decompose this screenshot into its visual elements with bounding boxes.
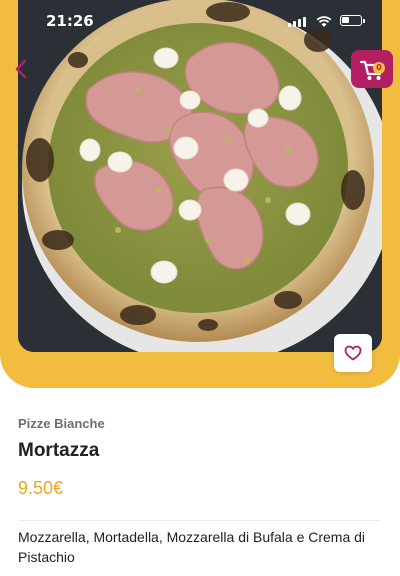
favorite-button[interactable] — [334, 334, 372, 372]
cart-icon — [359, 60, 385, 80]
cart-button[interactable]: 0 — [351, 50, 393, 88]
product-category: Pizze Bianche — [18, 416, 105, 431]
product-image — [18, 0, 382, 352]
pizza-illustration — [18, 0, 382, 352]
product-description: Mozzarella, Mortadella, Mozzarella di Bu… — [18, 529, 366, 565]
status-time: 21:26 — [46, 12, 94, 30]
status-bar: 21:26 — [0, 0, 400, 44]
chevron-left-icon — [15, 59, 27, 79]
heart-outline-icon — [344, 345, 362, 361]
signal-icon — [288, 17, 306, 27]
wifi-icon — [316, 14, 332, 32]
back-button[interactable] — [8, 56, 34, 82]
cart-count-badge: 0 — [373, 62, 385, 74]
battery-icon — [340, 15, 365, 26]
hero-panel: 21:26 0 — [0, 0, 400, 388]
product-name: Mortazza — [18, 440, 100, 461]
divider — [18, 520, 380, 521]
product-price: 9.50€ — [18, 478, 64, 498]
